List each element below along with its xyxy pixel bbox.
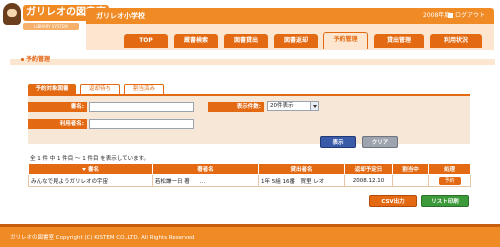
cell-author: 若松謙一日 著 … <box>152 174 259 187</box>
footer: ガリレオの図書室 Copyright (C) KISTEM CO.,LTD. A… <box>0 224 500 247</box>
display-count-select[interactable]: 20件表示 <box>267 101 319 111</box>
top-bar: ガリレオ小学校 2008年度 ログアウト <box>86 8 494 24</box>
book-title-label: 書名: <box>28 102 87 112</box>
tab-book-search[interactable]: 蔵書検索 <box>174 34 218 48</box>
clear-button[interactable]: クリア <box>362 136 398 148</box>
page-header: 予約管理 <box>5 55 495 64</box>
logout-label: ログアウト <box>455 12 486 19</box>
column-header-borrower[interactable]: 貸出者名 <box>258 163 345 175</box>
logo-subtext: LIBRARY SYSTEM <box>23 23 79 30</box>
tab-lending[interactable]: 図書貸出 <box>224 34 268 48</box>
bullet-icon <box>21 58 24 61</box>
logo[interactable]: ガリレオの図書室 LIBRARY SYSTEM <box>3 3 109 33</box>
user-name-input[interactable] <box>89 119 194 129</box>
logout-link[interactable]: ログアウト <box>448 8 485 24</box>
chevron-down-icon <box>310 102 318 110</box>
cell-title: みんなで見ようガリレオの宇宙 <box>28 174 153 187</box>
main-nav: TOP 蔵書検索 図書貸出 図書返却 予約管理 貸出管理 利用状況 <box>86 24 494 50</box>
tab-reservation[interactable]: 予約管理 <box>323 32 368 49</box>
cell-author-more: … <box>199 178 206 185</box>
tab-usage-status[interactable]: 利用状況 <box>430 34 482 48</box>
book-title-input[interactable] <box>89 102 194 112</box>
column-header-assigned: 割当中 <box>392 163 429 175</box>
column-header-title[interactable]: 書名 <box>28 163 153 175</box>
mascot-icon <box>3 3 21 25</box>
csv-export-button[interactable]: CSV出力 <box>369 195 417 207</box>
column-header-title-label: 書名 <box>87 167 99 173</box>
tab-top[interactable]: TOP <box>124 34 168 48</box>
table-row: みんなで見ようガリレオの宇宙 若松謙一日 著… 1年 5組 16番 賀里 レオ … <box>28 174 471 187</box>
search-button[interactable]: 表示 <box>320 136 356 148</box>
column-header-author[interactable]: 著者名 <box>152 163 259 175</box>
display-count-value: 20件表示 <box>270 103 294 109</box>
column-header-due-date[interactable]: 返却予定日 <box>344 163 393 175</box>
school-name: ガリレオ小学校 <box>96 12 145 20</box>
page-title: 予約管理 <box>26 56 51 63</box>
logout-icon <box>448 13 453 18</box>
table-header-row: 書名 著者名 貸出者名 返却予定日 割当中 処理 <box>28 163 471 175</box>
copyright: ガリレオの図書室 Copyright (C) KISTEM CO.,LTD. A… <box>10 235 195 241</box>
app-header: ガリレオの図書室 LIBRARY SYSTEM ガリレオ小学校 2008年度 ロ… <box>0 0 500 50</box>
cell-author-name: 若松謙一日 著 <box>155 178 190 185</box>
sort-down-icon <box>81 168 86 171</box>
tab-return[interactable]: 図書返却 <box>274 34 318 48</box>
result-summary: 全 1 件 中 1 件目 ～ 1 件目 を表示しています。 <box>30 156 150 162</box>
fiscal-year: 2008年度 <box>423 12 451 19</box>
subtab-assigned[interactable]: 割当済み <box>124 84 164 94</box>
cell-assigned <box>392 174 429 187</box>
cell-due-date: 2008.12.10 <box>344 174 393 187</box>
print-list-button[interactable]: リスト印刷 <box>421 195 469 207</box>
reserve-button[interactable]: 予約 <box>438 176 461 185</box>
display-count-label: 表示件数: <box>208 102 264 112</box>
cell-borrower: 1年 5組 16番 賀里 レオ <box>258 174 345 187</box>
subtab-reservation-targets[interactable]: 予約対象図書 <box>28 84 76 94</box>
cell-action: 予約 <box>428 174 471 187</box>
tab-loan-management[interactable]: 貸出管理 <box>374 34 424 48</box>
results-table: 書名 著者名 貸出者名 返却予定日 割当中 処理 みんなで見ようガリレオの宇宙 … <box>28 163 471 187</box>
column-header-action: 処理 <box>428 163 471 175</box>
user-name-label: 利用者名: <box>28 119 87 129</box>
subtab-awaiting-return[interactable]: 返却待ち <box>80 84 120 94</box>
